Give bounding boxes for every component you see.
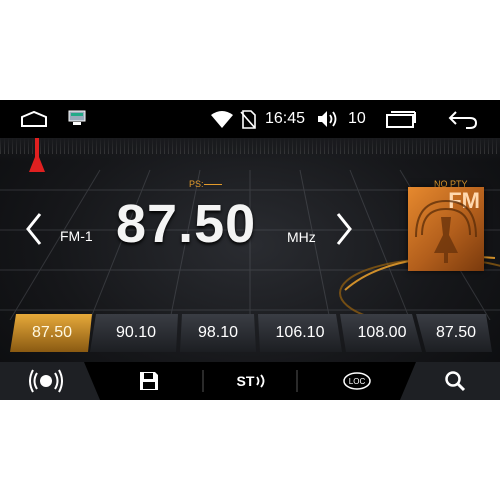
preset-button-3[interactable]: 98.10 [180, 314, 256, 352]
bottom-toolbar: ST LOC [0, 362, 500, 400]
clock: 16:45 [265, 110, 306, 127]
search-button[interactable] [438, 362, 472, 400]
radio-signal-icon [29, 369, 63, 393]
tuner-panel: PS: FM-1 87.50 MHz NO PTY FM 87.50 90.10… [0, 138, 500, 400]
loc-icon: LOC [343, 372, 371, 390]
no-sim-icon [240, 110, 256, 129]
preset-row: 87.50 90.10 98.10 106.10 108.00 87.50 [10, 314, 492, 352]
radio-signal-button[interactable] [22, 362, 70, 400]
screenshot-icon[interactable] [68, 110, 86, 126]
save-icon [140, 372, 158, 390]
search-icon [445, 371, 466, 392]
volume-level: 10 [348, 110, 366, 127]
stereo-button[interactable]: ST [230, 362, 274, 400]
radio-screen: 16:45 10 PS: FM-1 87.50 MHz NO PTY FM 87… [0, 100, 500, 400]
preset-button-6[interactable]: 87.50 [422, 314, 490, 352]
wifi-icon [211, 111, 233, 128]
fm-mode-tile: FM [408, 187, 484, 271]
tuning-marker-icon[interactable] [27, 138, 47, 178]
back-icon[interactable] [448, 109, 478, 129]
ps-label: PS: [189, 179, 204, 189]
preset-button-1[interactable]: 87.50 [12, 314, 92, 352]
frequency-display: 87.50 [116, 194, 257, 254]
volume-icon[interactable] [317, 110, 341, 128]
stereo-icon [256, 374, 265, 388]
antenna-icon [415, 200, 477, 263]
home-icon[interactable] [20, 110, 48, 128]
preset-button-4[interactable]: 106.10 [260, 314, 340, 352]
frequency-unit: MHz [287, 229, 316, 245]
loc-label: LOC [349, 377, 366, 386]
loc-button[interactable]: LOC [340, 362, 374, 400]
preset-button-5[interactable]: 108.00 [344, 314, 420, 352]
chevron-left-icon[interactable] [24, 212, 44, 246]
stereo-label: ST [236, 373, 255, 389]
status-bar: 16:45 10 [0, 100, 500, 138]
preset-button-2[interactable]: 90.10 [94, 314, 178, 352]
save-preset-button[interactable] [132, 362, 166, 400]
recent-apps-icon[interactable] [386, 110, 416, 128]
band-label[interactable]: FM-1 [60, 228, 93, 244]
